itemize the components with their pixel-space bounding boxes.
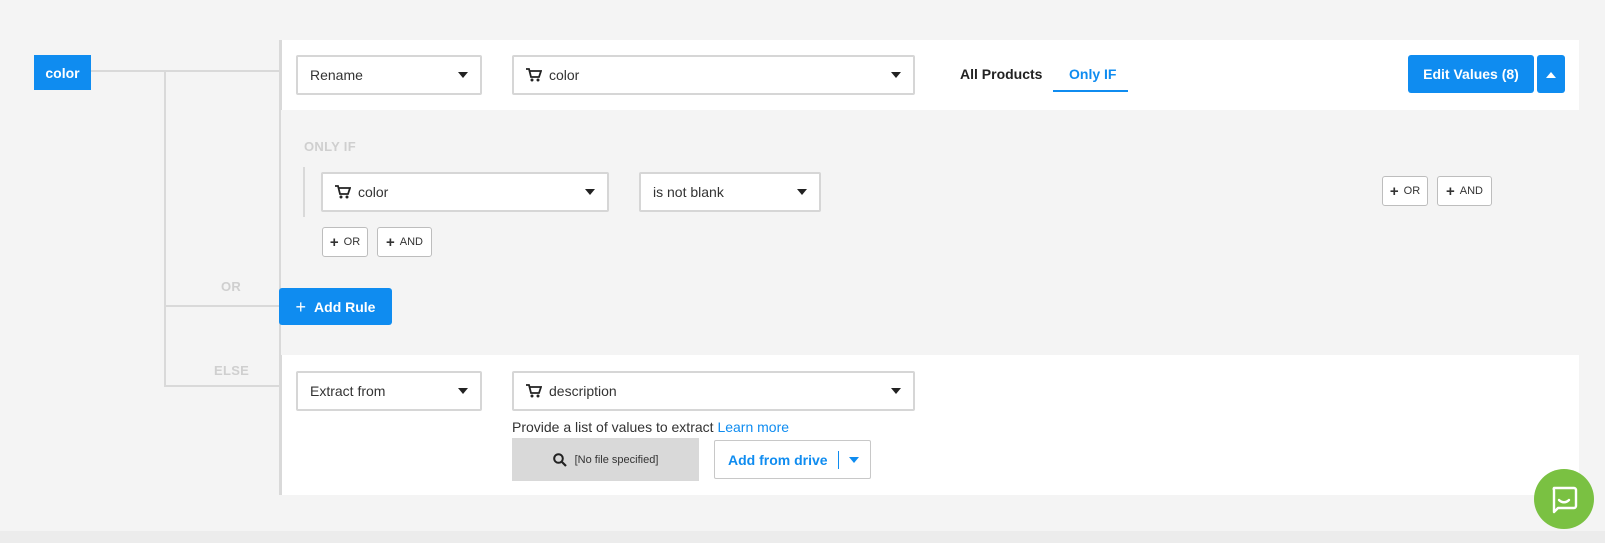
chevron-down-icon (458, 388, 468, 394)
plus-icon: + (295, 296, 307, 317)
add-and-group-button[interactable]: + AND (377, 227, 432, 257)
only-if-heading: ONLY IF (304, 139, 356, 154)
or-connector-label: OR (221, 279, 242, 294)
condition-operator-select[interactable]: is not blank (639, 172, 821, 212)
source-field-tag[interactable]: color (34, 55, 91, 90)
active-tab-indicator (1053, 90, 1128, 92)
plus-icon: + (386, 233, 395, 251)
connector-source-h (91, 70, 281, 72)
chevron-down-icon[interactable] (848, 456, 859, 463)
search-icon (552, 452, 567, 467)
plus-icon: + (329, 233, 339, 251)
or-label: OR (1403, 185, 1421, 197)
chevron-down-icon (797, 189, 807, 195)
action-select[interactable]: Rename (296, 55, 482, 95)
help-text-label: Provide a list of values to extract (512, 419, 714, 435)
field-select-value: color (549, 67, 580, 83)
and-label: AND (399, 236, 423, 248)
condition-operator-value: is not blank (653, 184, 724, 200)
chevron-up-icon (1546, 71, 1556, 78)
else-action-select[interactable]: Extract from (296, 371, 482, 411)
connector-trunk-v (164, 70, 166, 387)
action-select-value: Rename (310, 67, 363, 83)
chat-launcher-button[interactable] (1534, 469, 1594, 529)
add-from-drive-button[interactable]: Add from drive (714, 440, 871, 479)
add-or-condition-button[interactable]: + OR (1382, 176, 1428, 206)
field-select[interactable]: color (512, 55, 915, 95)
connector-or-h (164, 305, 280, 307)
or-label: OR (343, 236, 361, 248)
else-field-value: description (549, 383, 617, 399)
chevron-down-icon (891, 72, 901, 78)
condition-field-value: color (358, 184, 389, 200)
else-action-value: Extract from (310, 383, 386, 399)
file-picker[interactable]: [No file specified] (512, 438, 699, 481)
cart-icon (526, 384, 542, 398)
tab-all-products[interactable]: All Products (960, 66, 1042, 82)
file-placeholder: [No file specified] (574, 453, 659, 466)
add-from-drive-label: Add from drive (728, 451, 828, 468)
add-or-group-button[interactable]: + OR (322, 227, 368, 257)
chevron-down-icon (891, 388, 901, 394)
extract-help-text: Provide a list of values to extract Lear… (512, 419, 789, 435)
collapse-toggle-button[interactable] (1537, 55, 1565, 93)
add-rule-label: Add Rule (314, 298, 376, 315)
edit-values-button[interactable]: Edit Values (8) (1408, 55, 1534, 93)
edit-values-label: Edit Values (8) (1423, 66, 1519, 82)
condition-field-select[interactable]: color (321, 172, 609, 212)
and-label: AND (1459, 185, 1483, 197)
tab-only-if[interactable]: Only IF (1069, 66, 1116, 82)
plus-icon: + (1389, 182, 1399, 200)
plus-icon: + (1446, 182, 1455, 200)
cart-icon (335, 185, 351, 199)
cart-icon (526, 68, 542, 82)
learn-more-link[interactable]: Learn more (717, 419, 789, 435)
bottom-band (0, 531, 1605, 543)
button-divider (837, 450, 839, 469)
add-rule-button[interactable]: + Add Rule (279, 288, 392, 325)
chat-icon (1552, 486, 1578, 514)
chevron-down-icon (458, 72, 468, 78)
chevron-down-icon (585, 189, 595, 195)
condition-group-border (303, 167, 305, 217)
else-connector-label: ELSE (214, 363, 250, 378)
add-and-condition-button[interactable]: + AND (1437, 176, 1492, 206)
else-field-select[interactable]: description (512, 371, 915, 411)
connector-else-h (164, 385, 280, 387)
